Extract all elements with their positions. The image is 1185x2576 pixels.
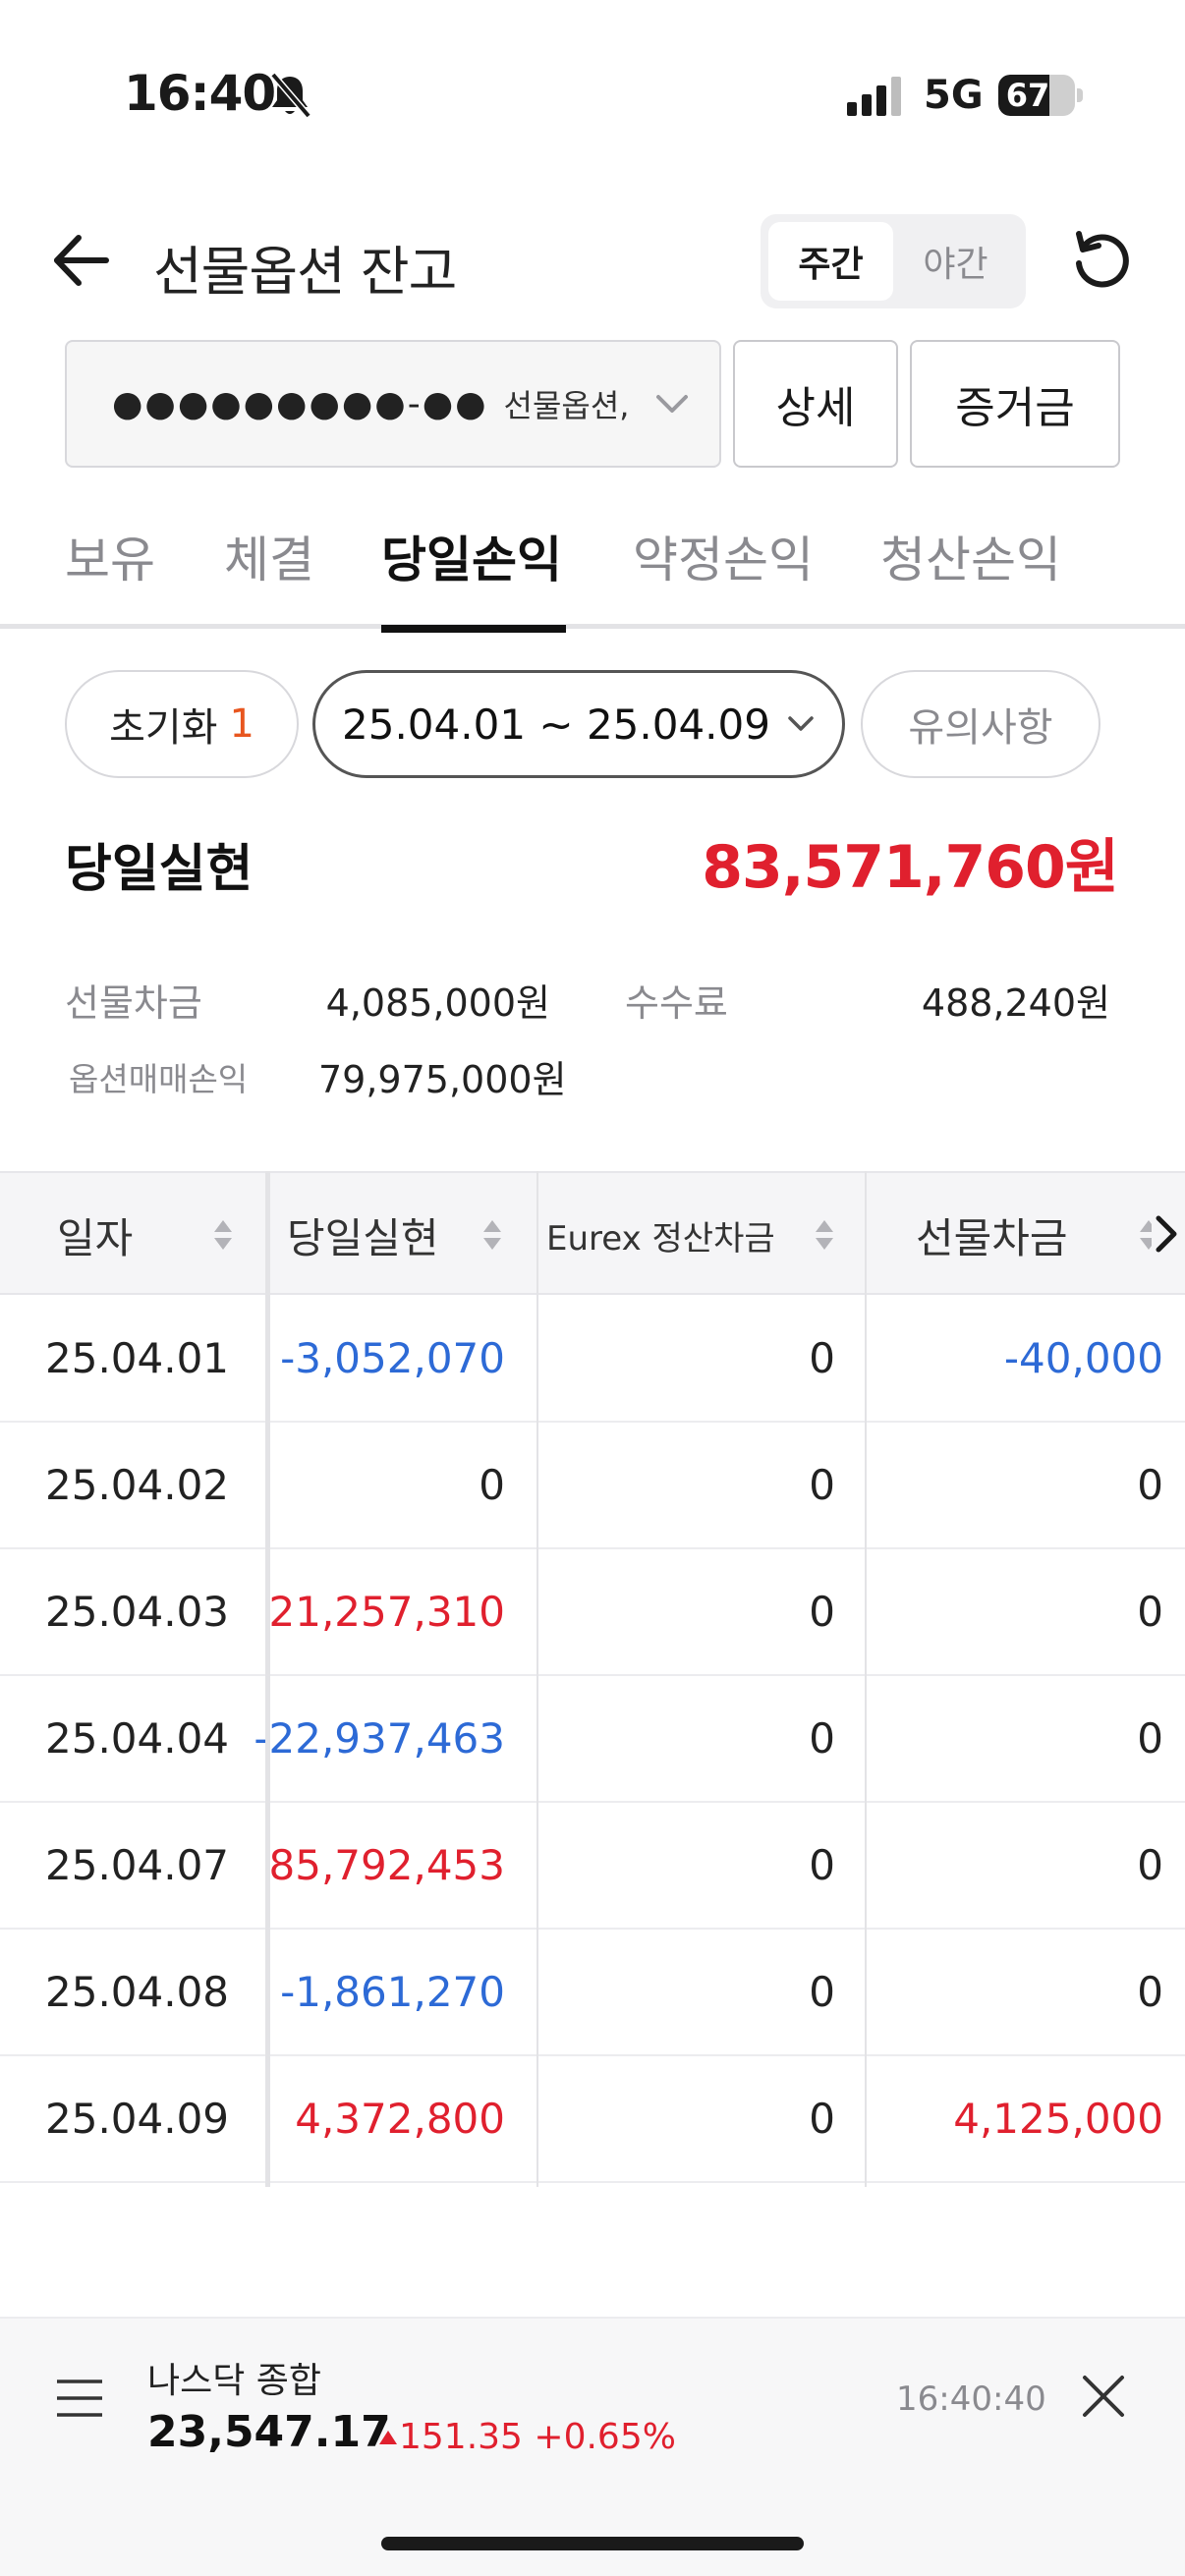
- cell-eurex: 0: [809, 1967, 835, 2016]
- sort-icon[interactable]: [212, 1218, 234, 1252]
- status-time: 16:40: [124, 65, 276, 122]
- tab-holdings[interactable]: 보유: [65, 521, 155, 591]
- cell-eurex: 0: [809, 1840, 835, 1889]
- cell-futures-diff: 0: [1137, 1967, 1163, 2016]
- network-label: 5G: [924, 73, 984, 118]
- cell-eurex: 0: [809, 1460, 835, 1509]
- battery-level: 67: [1005, 77, 1050, 114]
- cell-date: 25.04.01: [45, 1333, 230, 1382]
- header-realized[interactable]: 당일실현: [287, 1173, 439, 1297]
- table-row[interactable]: 25.04.01 -3,052,070 0 -40,000: [0, 1295, 1185, 1423]
- option-pnl-label: 옵션매매손익: [69, 1060, 249, 1098]
- tab-bar: 보유 체결 당일손익 약정손익 청산손익: [0, 511, 1185, 633]
- page-title: 선물옵션 잔고: [153, 241, 457, 303]
- fee-value: 488,240원: [921, 981, 1110, 1025]
- status-bar: 16:40 5G 67: [0, 0, 1185, 196]
- cell-realized: -3,052,070: [280, 1333, 505, 1382]
- column-divider: [865, 1171, 867, 2187]
- signal-icon: [847, 77, 901, 116]
- cell-realized: 0: [479, 1460, 505, 1509]
- session-day-tab[interactable]: 주간: [768, 222, 893, 301]
- header-date[interactable]: 일자: [57, 1173, 133, 1297]
- date-range-value: 25.04.01 ~ 25.04.09: [342, 700, 770, 749]
- tab-daily-pnl[interactable]: 당일손익: [381, 521, 562, 591]
- index-name: 나스닥 종합: [147, 2361, 322, 2401]
- table-header: 일자 당일실현 Eurex 정산차금 선물차금: [0, 1171, 1185, 1295]
- cell-futures-diff: 0: [1137, 1587, 1163, 1636]
- bell-off-icon: [270, 72, 311, 119]
- back-arrow-icon[interactable]: [47, 226, 116, 295]
- chevron-down-icon: [788, 716, 814, 731]
- cell-futures-diff: 0: [1137, 1460, 1163, 1509]
- table-row[interactable]: 25.04.02 0 0 0: [0, 1422, 1185, 1549]
- table-row[interactable]: 25.04.09 4,372,800 0 4,125,000: [0, 2055, 1185, 2183]
- tab-contract-pnl[interactable]: 약정손익: [633, 521, 814, 591]
- table-row[interactable]: 25.04.07 85,792,453 0 0: [0, 1802, 1185, 1930]
- notice-button[interactable]: 유의사항: [861, 670, 1100, 778]
- cell-futures-diff: 0: [1137, 1713, 1163, 1763]
- cell-futures-diff: 0: [1137, 1840, 1163, 1889]
- cell-realized: 21,257,310: [268, 1587, 505, 1636]
- cell-eurex: 0: [809, 1333, 835, 1382]
- margin-button[interactable]: 증거금: [910, 340, 1120, 468]
- header-futures-diff[interactable]: 선물차금: [916, 1173, 1068, 1297]
- cell-realized: 85,792,453: [268, 1840, 505, 1889]
- date-range-selector[interactable]: 25.04.01 ~ 25.04.09: [312, 670, 845, 778]
- close-icon[interactable]: [1079, 2372, 1128, 2421]
- account-type: 선물옵션,: [503, 387, 630, 424]
- index-change: 151.35 +0.65%: [377, 2417, 676, 2457]
- tab-executions[interactable]: 체결: [224, 521, 314, 591]
- cell-eurex: 0: [809, 1587, 835, 1636]
- realized-total: 83,571,760원: [702, 833, 1119, 902]
- cell-realized: -22,937,463: [254, 1713, 505, 1763]
- futures-diff-label: 선물차금: [65, 981, 202, 1025]
- cell-date: 25.04.08: [45, 1967, 230, 2016]
- realized-label: 당일실현: [65, 840, 254, 899]
- cell-date: 25.04.09: [45, 2094, 230, 2143]
- reset-count-badge: 1: [229, 701, 254, 747]
- account-selector[interactable]: ●●●●●●●●●-●● 선물옵션,: [65, 340, 721, 468]
- fee-label: 수수료: [625, 981, 728, 1025]
- table-row[interactable]: 25.04.08 -1,861,270 0 0: [0, 1929, 1185, 2056]
- table-row[interactable]: 25.04.04 -22,937,463 0 0: [0, 1675, 1185, 1803]
- reset-label: 초기화: [109, 705, 218, 751]
- account-number: ●●●●●●●●●-●●: [112, 383, 488, 424]
- sort-icon[interactable]: [481, 1218, 503, 1252]
- index-price: 23,547.17: [147, 2407, 391, 2457]
- column-divider: [265, 1171, 270, 2187]
- tab-liquidation-pnl[interactable]: 청산손익: [880, 521, 1061, 591]
- reset-filter-button[interactable]: 초기화 1: [65, 670, 299, 778]
- index-change-value: 151.35 +0.65%: [399, 2417, 676, 2457]
- session-toggle: 주간 야간: [761, 214, 1026, 308]
- cell-futures-diff: 4,125,000: [953, 2094, 1163, 2143]
- session-night-tab[interactable]: 야간: [893, 222, 1018, 301]
- sort-icon[interactable]: [1138, 1218, 1152, 1252]
- option-pnl-value: 79,975,000원: [318, 1058, 567, 1101]
- menu-icon[interactable]: [55, 2378, 104, 2419]
- chevron-right-icon[interactable]: [1154, 1214, 1179, 1254]
- battery-indicator: 67: [998, 75, 1083, 116]
- cell-eurex: 0: [809, 1713, 835, 1763]
- cell-eurex: 0: [809, 2094, 835, 2143]
- cell-date: 25.04.04: [45, 1713, 230, 1763]
- cell-date: 25.04.07: [45, 1840, 230, 1889]
- index-time: 16:40:40: [896, 2380, 1046, 2419]
- active-tab-indicator: [381, 625, 566, 633]
- cell-realized: 4,372,800: [295, 2094, 505, 2143]
- chevron-down-icon: [656, 395, 689, 413]
- table-row[interactable]: 25.04.03 21,257,310 0 0: [0, 1548, 1185, 1676]
- cell-date: 25.04.03: [45, 1587, 230, 1636]
- refresh-icon[interactable]: [1069, 228, 1134, 293]
- triangle-up-icon: [379, 2431, 397, 2444]
- cell-date: 25.04.02: [45, 1460, 230, 1509]
- column-divider: [536, 1171, 538, 2187]
- detail-button[interactable]: 상세: [733, 340, 898, 468]
- cell-futures-diff: -40,000: [1003, 1333, 1163, 1382]
- cell-realized: -1,861,270: [280, 1967, 505, 2016]
- sort-icon[interactable]: [814, 1218, 835, 1252]
- home-indicator[interactable]: [381, 2537, 804, 2550]
- header-eurex[interactable]: Eurex 정산차금: [546, 1173, 775, 1297]
- futures-diff-value: 4,085,000원: [325, 981, 550, 1025]
